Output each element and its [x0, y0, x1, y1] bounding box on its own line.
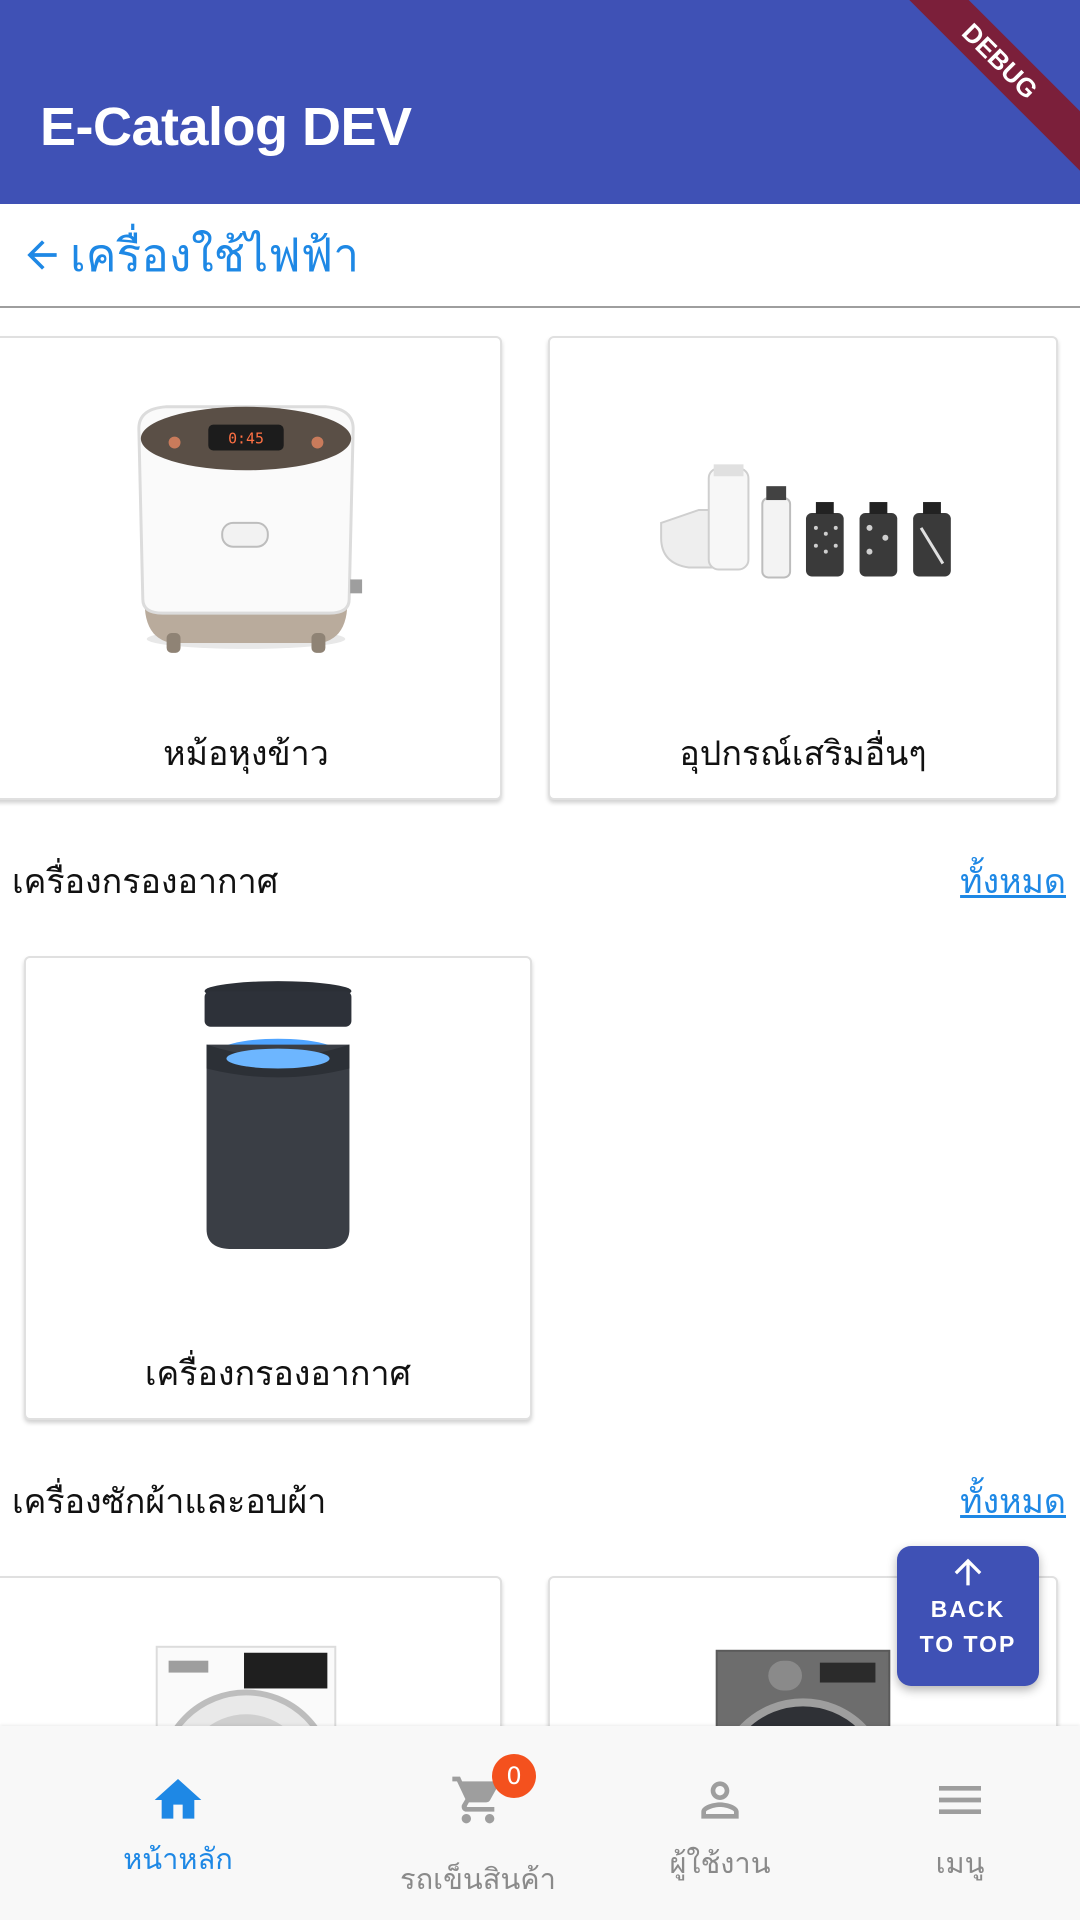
menu-icon [939, 1786, 981, 1814]
rice-cooker-image: 0:45 [137, 405, 363, 653]
product-card-air-purifier[interactable]: เครื่องกรองอากาศ [24, 956, 532, 1420]
app-bar: E-Catalog DEV DEBUG [0, 0, 1080, 204]
svg-text:0:45: 0:45 [228, 430, 264, 448]
product-card-accessories[interactable]: อุปกรณ์เสริมอื่นๆ [548, 336, 1058, 800]
see-all-air-purifier-link[interactable]: ทั้งหมด [960, 854, 1066, 908]
nav-menu[interactable]: เมนู [860, 1726, 1060, 1920]
category-title: เครื่องใช้ไฟฟ้า [70, 227, 360, 282]
back-to-top-line1: BACK [930, 1596, 1006, 1622]
debug-banner: DEBUG [879, 0, 1080, 182]
product-label: อุปกรณ์เสริมอื่นๆ [679, 734, 927, 774]
nav-user[interactable]: ผู้ใช้งาน [620, 1726, 820, 1920]
product-card-rice-cooker[interactable]: 0:45 หม้อหุงข้าว [0, 336, 502, 800]
product-label: หม้อหุงข้าว [163, 734, 329, 774]
user-icon [701, 1781, 739, 1819]
back-to-top-button[interactable]: BACK TO TOP [897, 1546, 1039, 1686]
nav-home[interactable]: หน้าหลัก [78, 1726, 278, 1920]
arrow-back-icon[interactable] [20, 233, 64, 277]
see-all-washer-dryer-link[interactable]: ทั้งหมด [960, 1474, 1066, 1528]
nav-label: หน้าหลัก [123, 1842, 233, 1876]
air-purifier-image [204, 981, 352, 1250]
nav-label: ผู้ใช้งาน [669, 1846, 771, 1880]
back-to-top-line2: TO TOP [919, 1631, 1017, 1657]
app-title: E-Catalog DEV [40, 97, 412, 157]
mixer-attachments-image [660, 464, 951, 579]
section-title-air-purifier: เครื่องกรองอากาศ [12, 862, 279, 902]
breadcrumb: เครื่องใช้ไฟฟ้า [0, 204, 1080, 308]
product-label: เครื่องกรองอากาศ [144, 1354, 412, 1394]
section-title-washer-dryer: เครื่องซักผ้าและอบผ้า [12, 1482, 327, 1522]
nav-label: เมนู [935, 1846, 985, 1880]
nav-label: รถเข็นสินค้า [400, 1862, 556, 1896]
cart-count-badge: 0 [492, 1754, 536, 1798]
arrow-up-icon [954, 1558, 982, 1586]
bottom-navigation: หน้าหลัก 0 รถเข็นสินค้า ผู้ใช้งาน เมนู [0, 1726, 1080, 1920]
home-icon [154, 1779, 202, 1819]
nav-cart[interactable]: 0 รถเข็นสินค้า [378, 1726, 578, 1920]
